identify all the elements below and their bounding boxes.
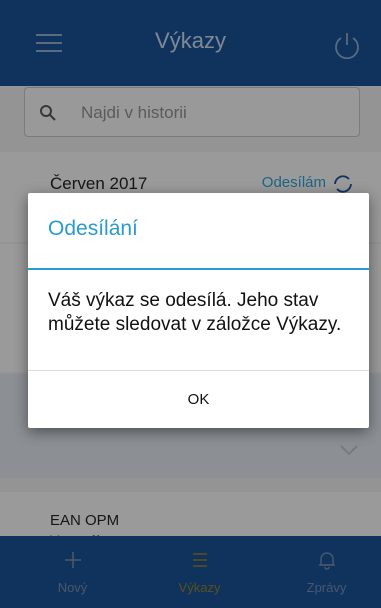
dialog-title: Odesílání (48, 217, 138, 240)
dialog-message: Váš výkaz se odesílá. Jeho stav můžete s… (48, 290, 342, 335)
sending-dialog: Odesílání Váš výkaz se odesílá. Jeho sta… (28, 193, 369, 428)
dialog-divider (28, 268, 369, 270)
ok-button[interactable]: OK (28, 371, 369, 428)
